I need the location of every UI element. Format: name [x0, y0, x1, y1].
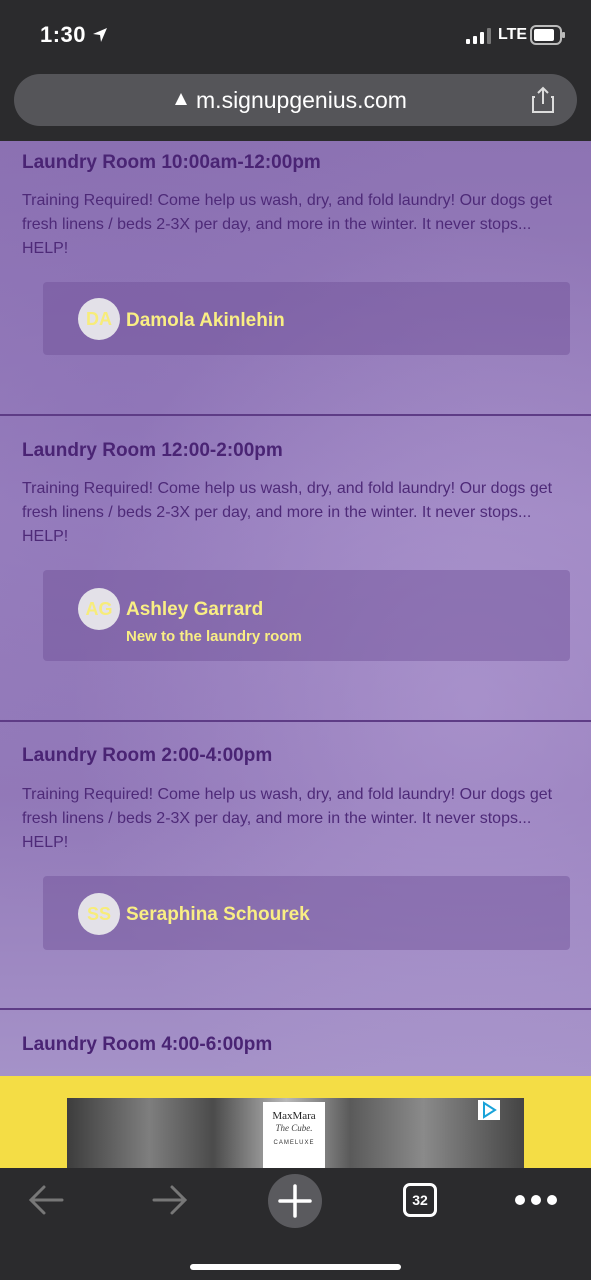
- battery-icon: [530, 25, 565, 45]
- signal-icon: [466, 28, 491, 44]
- volunteer-name: Seraphina Schourek: [126, 904, 310, 925]
- new-tab-button[interactable]: [268, 1174, 322, 1228]
- slot-laundry-2-4: Laundry Room 2:00-4:00pm Training Requir…: [0, 722, 591, 1009]
- ad-choices-icon[interactable]: [478, 1100, 500, 1120]
- slot-title: Laundry Room 10:00am-12:00pm: [22, 152, 321, 173]
- url-text[interactable]: m.signupgenius.com: [14, 87, 577, 114]
- status-bar: 1:30 LTE: [0, 0, 591, 68]
- signup-content: Laundry Room 10:00am-12:00pm Training Re…: [0, 141, 591, 1076]
- share-icon[interactable]: [531, 86, 555, 114]
- advertisement-banner[interactable]: MaxMara The Cube. CAMELUXE: [0, 1076, 591, 1168]
- location-arrow-icon: [93, 28, 107, 42]
- tabs-button[interactable]: 32: [403, 1183, 437, 1217]
- slot-description: Training Required! Come help us wash, dr…: [22, 786, 553, 851]
- slot-title: Laundry Room 12:00-2:00pm: [22, 440, 283, 461]
- forward-arrow-icon[interactable]: [150, 1182, 190, 1218]
- slot-laundry-10-12: Laundry Room 10:00am-12:00pm Training Re…: [0, 141, 591, 415]
- slot-laundry-12-2: Laundry Room 12:00-2:00pm Training Requi…: [0, 416, 591, 721]
- volunteer-name: Damola Akinlehin: [126, 310, 285, 331]
- slot-title: Laundry Room 2:00-4:00pm: [22, 745, 273, 766]
- volunteer-note: New to the laundry room: [126, 628, 302, 645]
- volunteer-card[interactable]: SS Seraphina Schourek: [43, 876, 570, 950]
- browser-top-bar: 1:30 LTE m.signupgenius.com: [0, 0, 591, 141]
- slot-laundry-4-6: Laundry Room 4:00-6:00pm: [0, 1010, 591, 1076]
- more-icon[interactable]: [514, 1194, 558, 1206]
- browser-toolbar: 32: [0, 1168, 591, 1280]
- slot-description: Training Required! Come help us wash, dr…: [22, 192, 553, 257]
- slot-description: Training Required! Come help us wash, dr…: [22, 480, 553, 545]
- network-label: LTE: [498, 26, 528, 43]
- address-bar[interactable]: m.signupgenius.com: [14, 74, 577, 126]
- ad-brand: MaxMara: [272, 1110, 316, 1122]
- slot-title: Laundry Room 4:00-6:00pm: [22, 1034, 273, 1055]
- ad-product: The Cube.: [275, 1123, 313, 1133]
- volunteer-card[interactable]: AG Ashley Garrard New to the laundry roo…: [43, 570, 570, 661]
- ad-tagline: CAMELUXE: [273, 1140, 315, 1146]
- avatar: AG: [78, 588, 120, 630]
- avatar: SS: [78, 893, 120, 935]
- volunteer-card[interactable]: DA Damola Akinlehin: [43, 282, 570, 355]
- back-arrow-icon[interactable]: [26, 1182, 66, 1218]
- volunteer-name: Ashley Garrard: [126, 599, 264, 620]
- status-time: 1:30: [40, 22, 87, 47]
- plus-icon: [278, 1184, 312, 1218]
- home-indicator[interactable]: [190, 1264, 401, 1270]
- avatar: DA: [78, 298, 120, 340]
- ad-logo[interactable]: MaxMara The Cube. CAMELUXE: [263, 1102, 325, 1168]
